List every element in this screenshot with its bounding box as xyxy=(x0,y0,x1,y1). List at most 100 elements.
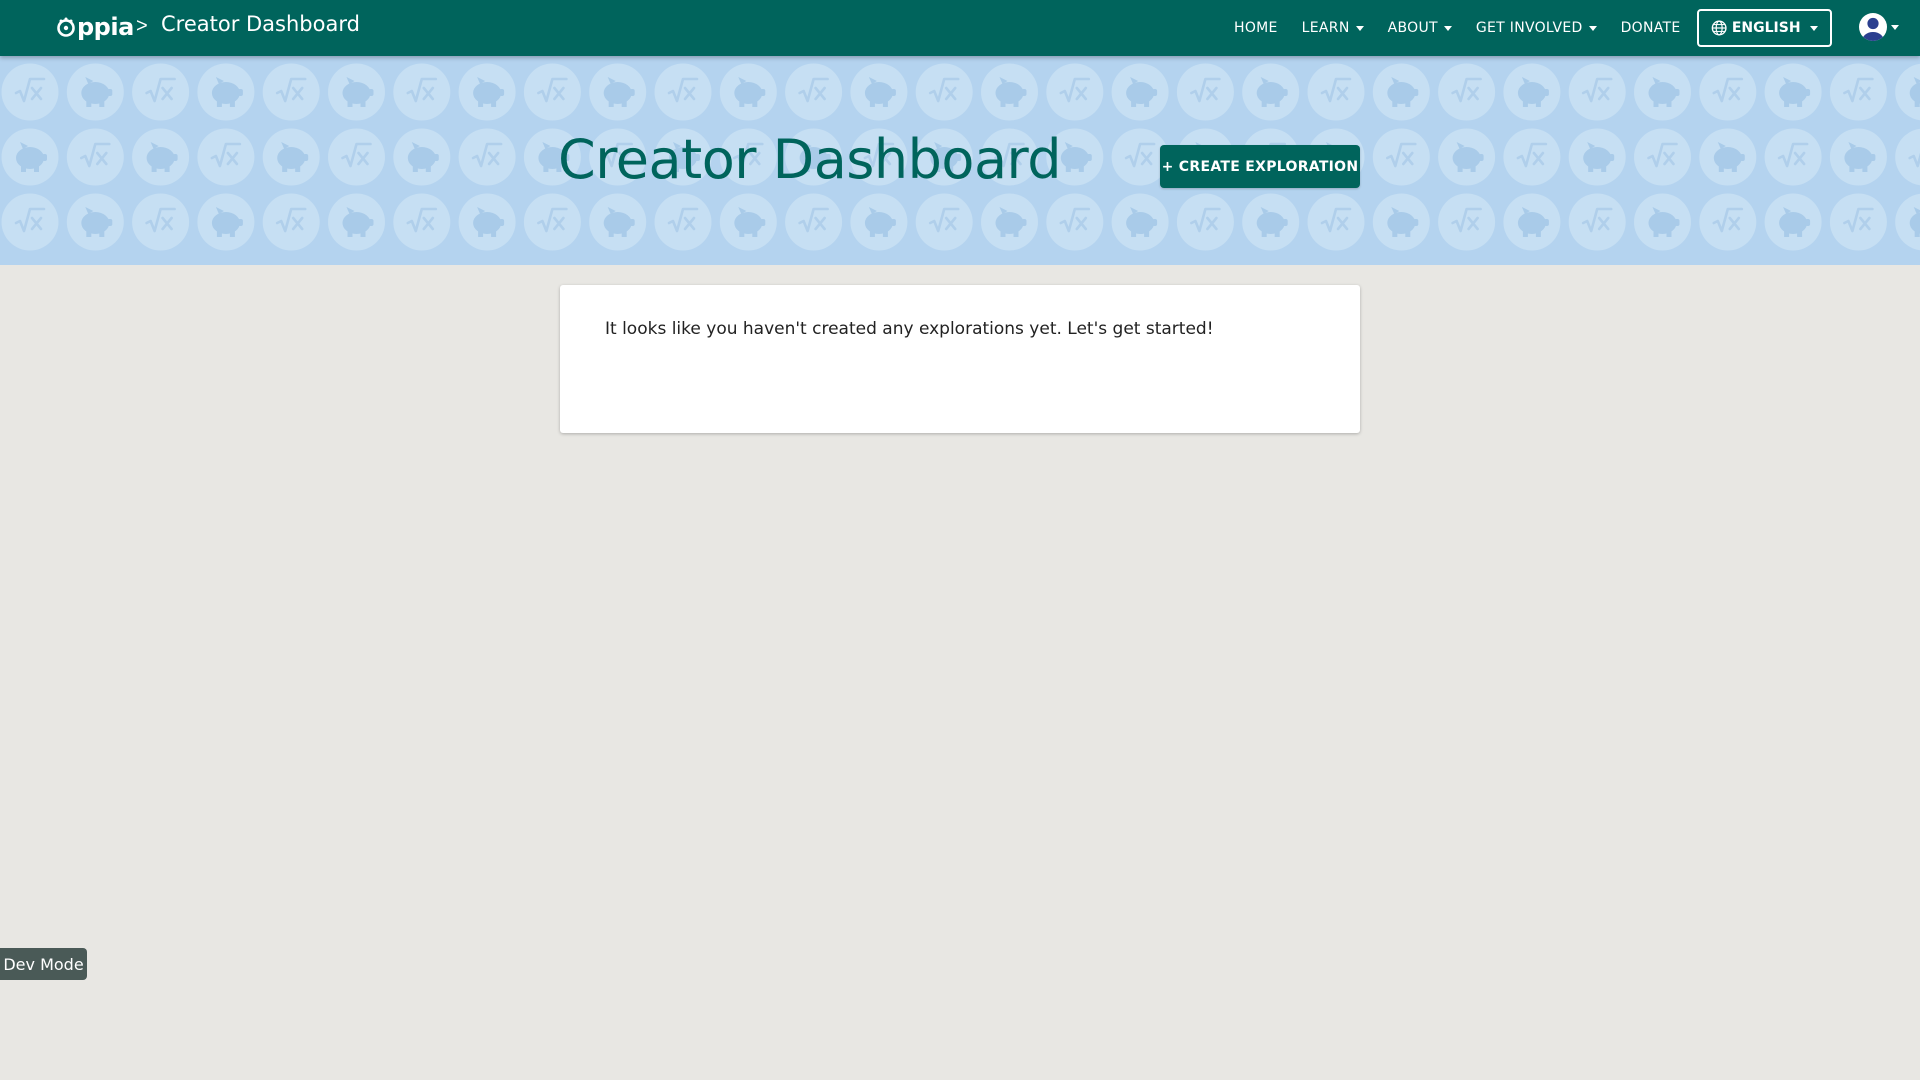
chevron-down-icon xyxy=(1588,25,1597,31)
piggy-bank-icon xyxy=(328,193,385,251)
piggy-bank-icon xyxy=(1895,63,1920,121)
chevron-down-icon xyxy=(1355,25,1364,31)
piggy-bank-icon xyxy=(589,63,647,121)
square-root-icon xyxy=(654,193,712,251)
piggy-bank-icon xyxy=(719,63,777,121)
square-root-icon xyxy=(1372,128,1430,186)
nav-get-involved-label: GET INVOLVED xyxy=(1475,20,1583,36)
nav-donate-link[interactable]: DONATE xyxy=(1609,20,1693,36)
piggy-bank-icon xyxy=(197,193,255,251)
nav-learn-dropdown[interactable]: LEARN xyxy=(1290,20,1376,36)
square-root-icon xyxy=(1046,193,1104,251)
piggy-bank-icon xyxy=(66,193,124,251)
nav-about-label: ABOUT xyxy=(1387,20,1438,36)
square-root-icon xyxy=(1829,193,1887,251)
oppia-logo[interactable]: ppia xyxy=(56,10,134,44)
square-root-icon xyxy=(328,128,385,186)
square-root-icon xyxy=(197,128,255,186)
language-selector-button[interactable]: ENGLISH xyxy=(1696,9,1832,47)
user-menu-dropdown[interactable] xyxy=(1858,12,1899,42)
chevron-down-icon xyxy=(1443,25,1452,31)
piggy-bank-icon xyxy=(589,193,647,251)
square-root-icon xyxy=(1046,63,1104,121)
square-root-icon xyxy=(1764,128,1822,186)
piggy-bank-icon xyxy=(1764,63,1822,121)
piggy-bank-icon xyxy=(262,128,320,186)
piggy-bank-icon xyxy=(1503,193,1561,251)
piggy-bank-icon xyxy=(1829,128,1887,186)
piggy-bank-icon xyxy=(1634,63,1691,121)
square-root-icon xyxy=(458,128,516,186)
piggy-bank-icon xyxy=(132,128,190,186)
square-root-icon xyxy=(1438,63,1496,121)
piggy-bank-icon xyxy=(458,63,516,121)
square-root-icon xyxy=(1,193,59,251)
nav-get-involved-dropdown[interactable]: GET INVOLVED xyxy=(1464,20,1609,36)
chevron-down-icon xyxy=(1809,25,1818,31)
square-root-icon xyxy=(66,128,124,186)
piggy-bank-icon xyxy=(850,63,908,121)
piggy-bank-icon xyxy=(981,193,1038,251)
nav-menu: HOME LEARN ABOUT GET INVOLVED DONATE ENG xyxy=(1222,0,1832,56)
piggy-bank-icon xyxy=(1,128,59,186)
user-avatar-icon xyxy=(1859,13,1887,41)
square-root-icon xyxy=(654,63,712,121)
piggy-bank-icon xyxy=(197,63,255,121)
nav-donate-label: DONATE xyxy=(1620,20,1681,36)
globe-icon xyxy=(1711,20,1727,36)
page-banner: Creator Dashboard + CREATE EXPLORATION xyxy=(0,56,1920,265)
piggy-bank-icon xyxy=(328,63,385,121)
square-root-icon xyxy=(1699,193,1757,251)
square-root-icon xyxy=(1568,63,1626,121)
piggy-bank-icon xyxy=(1568,128,1626,186)
piggy-bank-icon xyxy=(1634,193,1691,251)
create-exploration-button[interactable]: + CREATE EXPLORATION xyxy=(1160,145,1360,188)
square-root-icon xyxy=(1503,128,1561,186)
page-title: Creator Dashboard xyxy=(558,128,1062,191)
square-root-icon xyxy=(1176,193,1234,251)
square-root-icon xyxy=(915,193,973,251)
square-root-icon xyxy=(393,193,451,251)
piggy-bank-icon xyxy=(981,63,1038,121)
piggy-bank-icon xyxy=(1372,63,1430,121)
piggy-bank-icon xyxy=(850,193,908,251)
logo-text: ppia xyxy=(77,13,134,41)
square-root-icon xyxy=(132,63,190,121)
square-root-icon xyxy=(1438,193,1496,251)
chevron-down-icon xyxy=(1891,24,1899,30)
top-navbar: ppia > Creator Dashboard HOME LEARN ABOU… xyxy=(0,0,1920,56)
piggy-bank-icon xyxy=(458,193,516,251)
square-root-icon xyxy=(1568,193,1626,251)
square-root-icon xyxy=(785,193,843,251)
breadcrumb-separator: > xyxy=(136,15,148,37)
breadcrumb-page-title: Creator Dashboard xyxy=(161,12,360,36)
square-root-icon xyxy=(785,63,843,121)
nav-home-link[interactable]: HOME xyxy=(1222,20,1290,36)
square-root-icon xyxy=(1307,193,1365,251)
nav-learn-label: LEARN xyxy=(1301,20,1350,36)
square-root-icon xyxy=(1699,63,1757,121)
empty-state-message: It looks like you haven't created any ex… xyxy=(605,319,1214,339)
square-root-icon xyxy=(1176,63,1234,121)
square-root-icon xyxy=(523,63,581,121)
language-label: ENGLISH xyxy=(1731,20,1801,36)
piggy-bank-icon xyxy=(1111,193,1169,251)
piggy-bank-icon xyxy=(1438,128,1496,186)
piggy-bank-icon xyxy=(719,193,777,251)
piggy-bank-icon xyxy=(1372,193,1430,251)
piggy-bank-icon xyxy=(1242,193,1300,251)
nav-about-dropdown[interactable]: ABOUT xyxy=(1376,20,1464,36)
piggy-bank-icon xyxy=(1242,63,1300,121)
dev-mode-badge: Dev Mode xyxy=(0,948,87,980)
piggy-bank-icon xyxy=(1764,193,1822,251)
piggy-bank-icon xyxy=(393,128,451,186)
square-root-icon xyxy=(1634,128,1691,186)
piggy-bank-icon xyxy=(1111,63,1169,121)
square-root-icon xyxy=(262,63,320,121)
piggy-bank-icon xyxy=(1503,63,1561,121)
square-root-icon xyxy=(1307,63,1365,121)
piggy-bank-icon xyxy=(1699,128,1757,186)
square-root-icon xyxy=(915,63,973,121)
square-root-icon xyxy=(262,193,320,251)
square-root-icon xyxy=(1895,128,1920,186)
